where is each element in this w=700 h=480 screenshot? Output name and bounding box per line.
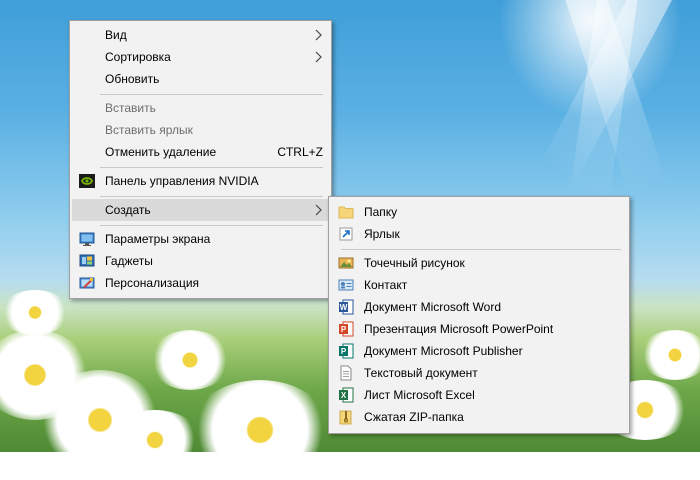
submenu-item-bitmap[interactable]: Точечный рисунок [331,252,627,274]
submenu-item-excel[interactable]: X Лист Microsoft Excel [331,384,627,406]
svg-text:X: X [341,391,347,400]
folder-icon [338,206,354,219]
nvidia-icon [79,174,95,188]
menu-item-label: Вставить [105,101,156,115]
shortcut-icon [339,227,353,241]
menu-item-label: Ярлык [364,227,400,241]
menu-item-label: Документ Microsoft Word [364,300,502,314]
submenu-item-shortcut[interactable]: Ярлык [331,223,627,245]
word-icon: W [339,299,354,315]
create-submenu: Папку Ярлык Точечный рисунок Контакт W Д… [328,196,630,434]
daisy [0,290,70,335]
submenu-item-word[interactable]: W Документ Microsoft Word [331,296,627,318]
menu-item-sort[interactable]: Сортировка [72,46,329,68]
zip-folder-icon [339,410,352,425]
desktop-context-menu: Вид Сортировка Обновить Вставить Вставит… [69,20,332,299]
menu-item-gadgets[interactable]: Гаджеты [72,250,329,272]
menu-item-label: Папку [364,205,398,219]
chevron-right-icon [315,204,322,216]
menu-item-create[interactable]: Создать [72,199,329,221]
menu-item-label: Создать [105,203,151,217]
daisy [640,330,700,380]
contact-icon [338,279,354,291]
menu-item-label: Текстовый документ [364,366,478,380]
gadgets-icon [79,254,95,267]
menu-item-label: Документ Microsoft Publisher [364,344,523,358]
svg-text:W: W [340,303,348,312]
submenu-item-folder[interactable]: Папку [331,201,627,223]
chevron-right-icon [315,51,322,63]
menu-item-refresh[interactable]: Обновить [72,68,329,90]
personalization-icon [79,277,95,289]
submenu-item-contact[interactable]: Контакт [331,274,627,296]
publisher-icon: P [339,343,354,359]
menu-separator [341,249,621,250]
menu-item-undo-delete[interactable]: Отменить удаление CTRL+Z [72,141,329,163]
menu-item-label: Обновить [105,72,160,86]
menu-item-paste-shortcut[interactable]: Вставить ярлык [72,119,329,141]
daisy [190,380,330,480]
menu-item-paste[interactable]: Вставить [72,97,329,119]
daisy [110,410,200,470]
bitmap-icon [338,257,354,269]
svg-text:P: P [341,325,347,334]
menu-item-label: Лист Microsoft Excel [364,388,475,402]
excel-icon: X [339,387,354,403]
menu-item-label: Вставить ярлык [105,123,193,137]
menu-item-nvidia-control-panel[interactable]: Панель управления NVIDIA [72,170,329,192]
menu-item-label: Точечный рисунок [364,256,465,270]
text-document-icon [340,365,352,381]
menu-item-personalization[interactable]: Персонализация [72,272,329,294]
menu-item-label: Презентация Microsoft PowerPoint [364,322,554,336]
powerpoint-icon: P [339,321,354,337]
daisy [150,330,230,390]
submenu-item-publisher[interactable]: P Документ Microsoft Publisher [331,340,627,362]
display-settings-icon [79,232,95,246]
menu-separator [100,167,323,168]
menu-item-label: Гаджеты [105,254,153,268]
menu-item-label: Панель управления NVIDIA [105,174,259,188]
menu-item-label: Персонализация [105,276,200,290]
chevron-right-icon [315,29,322,41]
menu-item-label: Вид [105,28,127,42]
submenu-item-text-document[interactable]: Текстовый документ [331,362,627,384]
menu-item-label: Отменить удаление [105,145,217,159]
menu-item-view[interactable]: Вид [72,24,329,46]
shortcut-text: CTRL+Z [277,145,323,159]
svg-text:P: P [341,347,347,356]
submenu-item-zip-folder[interactable]: Сжатая ZIP-папка [331,406,627,428]
menu-item-label: Сортировка [105,50,171,64]
menu-item-label: Сжатая ZIP-папка [364,410,464,424]
submenu-item-powerpoint[interactable]: P Презентация Microsoft PowerPoint [331,318,627,340]
menu-separator [100,94,323,95]
menu-separator [100,225,323,226]
menu-item-label: Параметры экрана [105,232,211,246]
menu-item-label: Контакт [364,278,408,292]
menu-item-display-settings[interactable]: Параметры экрана [72,228,329,250]
menu-separator [100,196,323,197]
